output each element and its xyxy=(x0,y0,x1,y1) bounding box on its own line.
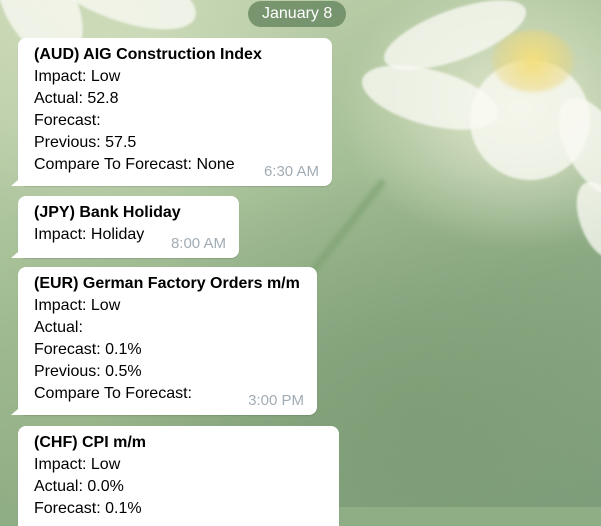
message-time: 3:00 PM xyxy=(248,392,304,409)
message-title: (AUD) AIG Construction Index xyxy=(34,46,262,63)
message-bubble[interactable]: (AUD) AIG Construction Index Impact: Low… xyxy=(11,38,332,186)
message-line: Previous: 57.5 xyxy=(34,134,137,151)
message-title: (JPY) Bank Holiday xyxy=(34,204,181,221)
message-title: (EUR) German Factory Orders m/m xyxy=(34,275,300,292)
message-time: 6:30 AM xyxy=(263,163,319,180)
message-line: Previous: 0.5% xyxy=(34,363,142,380)
message-line: Impact: Low xyxy=(34,297,121,314)
message-line: Actual: xyxy=(34,319,83,336)
message-bubble[interactable]: (EUR) German Factory Orders m/m Impact: … xyxy=(11,267,317,415)
message-line: Forecast: xyxy=(34,112,101,129)
message-time: 8:00 AM xyxy=(170,235,226,252)
message-line: Impact: Low xyxy=(34,456,121,473)
message-line: Actual: 52.8 xyxy=(34,90,119,107)
message-line: Forecast: 0.1% xyxy=(34,341,142,358)
message-line: Impact: Low xyxy=(34,68,121,85)
message-line: Actual: 0.0% xyxy=(34,478,124,495)
message-line: Forecast: 0.1% xyxy=(34,500,142,517)
message-title: (CHF) CPI m/m xyxy=(34,434,146,451)
date-separator: January 8 xyxy=(248,1,347,27)
message-bubble[interactable]: (CHF) CPI m/m Impact: Low Actual: 0.0% F… xyxy=(18,426,339,526)
message-bubble[interactable]: (JPY) Bank Holiday Impact: Holiday 8:00 … xyxy=(11,196,239,258)
